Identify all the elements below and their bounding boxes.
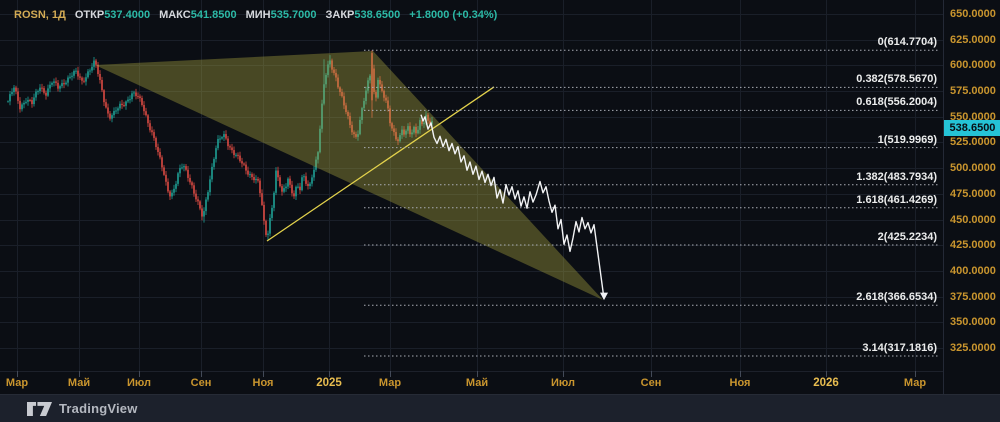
high-value: 541.8500	[190, 9, 237, 21]
time-axis-month-label: Мар	[5, 377, 29, 389]
price-axis-label: 450.0000	[950, 213, 996, 226]
bottom-bar: TradingView	[0, 394, 1000, 422]
low-pair: МИН535.7000	[246, 9, 317, 21]
price-chart-svg	[0, 0, 943, 371]
time-axis[interactable]: Мар Май Июл Сен Ноя 2025 Мар Май Июл Сен Ноя 2026 Ма…	[0, 371, 943, 394]
triangle-pattern-drawing	[95, 51, 603, 300]
price-axis-label: 475.0000	[950, 187, 996, 200]
price-axis-label: 600.0000	[950, 59, 996, 72]
price-axis-label: 575.0000	[950, 85, 996, 98]
high-label: МАКС	[159, 9, 191, 21]
tradingview-logo-text: TradingView	[59, 401, 138, 416]
open-label: ОТКР	[74, 9, 105, 21]
high-pair: МАКС541.8500	[159, 9, 237, 21]
fib-level-label: 0(614.7704)	[877, 36, 937, 49]
time-axis-month-label: Ноя	[252, 377, 274, 389]
fib-level-label: 0.618(556.2004)	[856, 96, 937, 109]
open-pair: ОТКР537.4000	[75, 9, 150, 21]
time-axis-month-label: Май	[465, 377, 489, 389]
current-price-badge: 538.6500	[944, 120, 1000, 137]
price-axis-label: 625.0000	[950, 33, 996, 46]
tradingview-logo[interactable]: TradingView	[27, 401, 138, 416]
time-axis-year-label: 2025	[316, 377, 342, 389]
fib-level-label: 2.618(366.6534)	[856, 291, 937, 304]
close-value: 538.6500	[354, 9, 401, 21]
time-axis-month-label: Мар	[903, 377, 927, 389]
ohlc-legend: ROSN, 1Д ОТКР537.4000 МАКС541.8500 МИН53…	[14, 9, 497, 21]
close-label: ЗАКР	[325, 9, 355, 21]
price-axis-label: 400.0000	[950, 264, 996, 277]
fib-level-label: 1(519.9969)	[877, 133, 937, 146]
time-axis-month-label: Сен	[190, 377, 212, 389]
time-axis-month-label: Мар	[378, 377, 402, 389]
fib-level-label: 2(425.2234)	[877, 231, 937, 243]
price-axis-label: 525.0000	[950, 136, 996, 149]
time-axis-month-label: Июл	[126, 377, 152, 389]
price-axis-label: 425.0000	[950, 239, 996, 252]
symbol-title[interactable]: ROSN, 1Д	[14, 9, 66, 21]
open-value: 537.4000	[104, 9, 151, 21]
low-value: 535.7000	[270, 9, 317, 21]
fib-level-label: 1.618(461.4269)	[856, 193, 937, 206]
time-axis-month-label: Май	[67, 377, 91, 389]
low-label: МИН	[245, 9, 271, 21]
price-axis-label: 325.0000	[950, 342, 996, 354]
time-axis-month-label: Сен	[640, 377, 662, 389]
tradingview-chart-window: { "legend": { "symbol": "ROSN, 1Д", "ope…	[0, 0, 1000, 422]
fib-level-label: 1.382(483.7934)	[856, 170, 937, 183]
price-axis-label: 650.0000	[950, 8, 996, 20]
tradingview-logo-icon	[27, 401, 52, 416]
chart-canvas[interactable]	[0, 0, 943, 371]
price-axis[interactable]: 650.0000 625.0000 600.0000 575.0000 550.0000…	[943, 0, 1000, 394]
change-value: +1.8000 (+0.34%)	[409, 9, 498, 21]
close-pair: ЗАКР538.6500	[326, 9, 401, 21]
time-axis-year-label: 2026	[813, 377, 839, 389]
price-axis-label: 375.0000	[950, 290, 996, 303]
time-axis-month-label: Июл	[550, 377, 576, 389]
price-axis-label: 500.0000	[950, 162, 996, 175]
fib-level-label: 3.14(317.1816)	[862, 342, 937, 355]
time-axis-month-label: Ноя	[729, 377, 751, 389]
price-axis-label: 350.0000	[950, 316, 996, 329]
fib-level-label: 0.382(578.5670)	[856, 73, 937, 86]
